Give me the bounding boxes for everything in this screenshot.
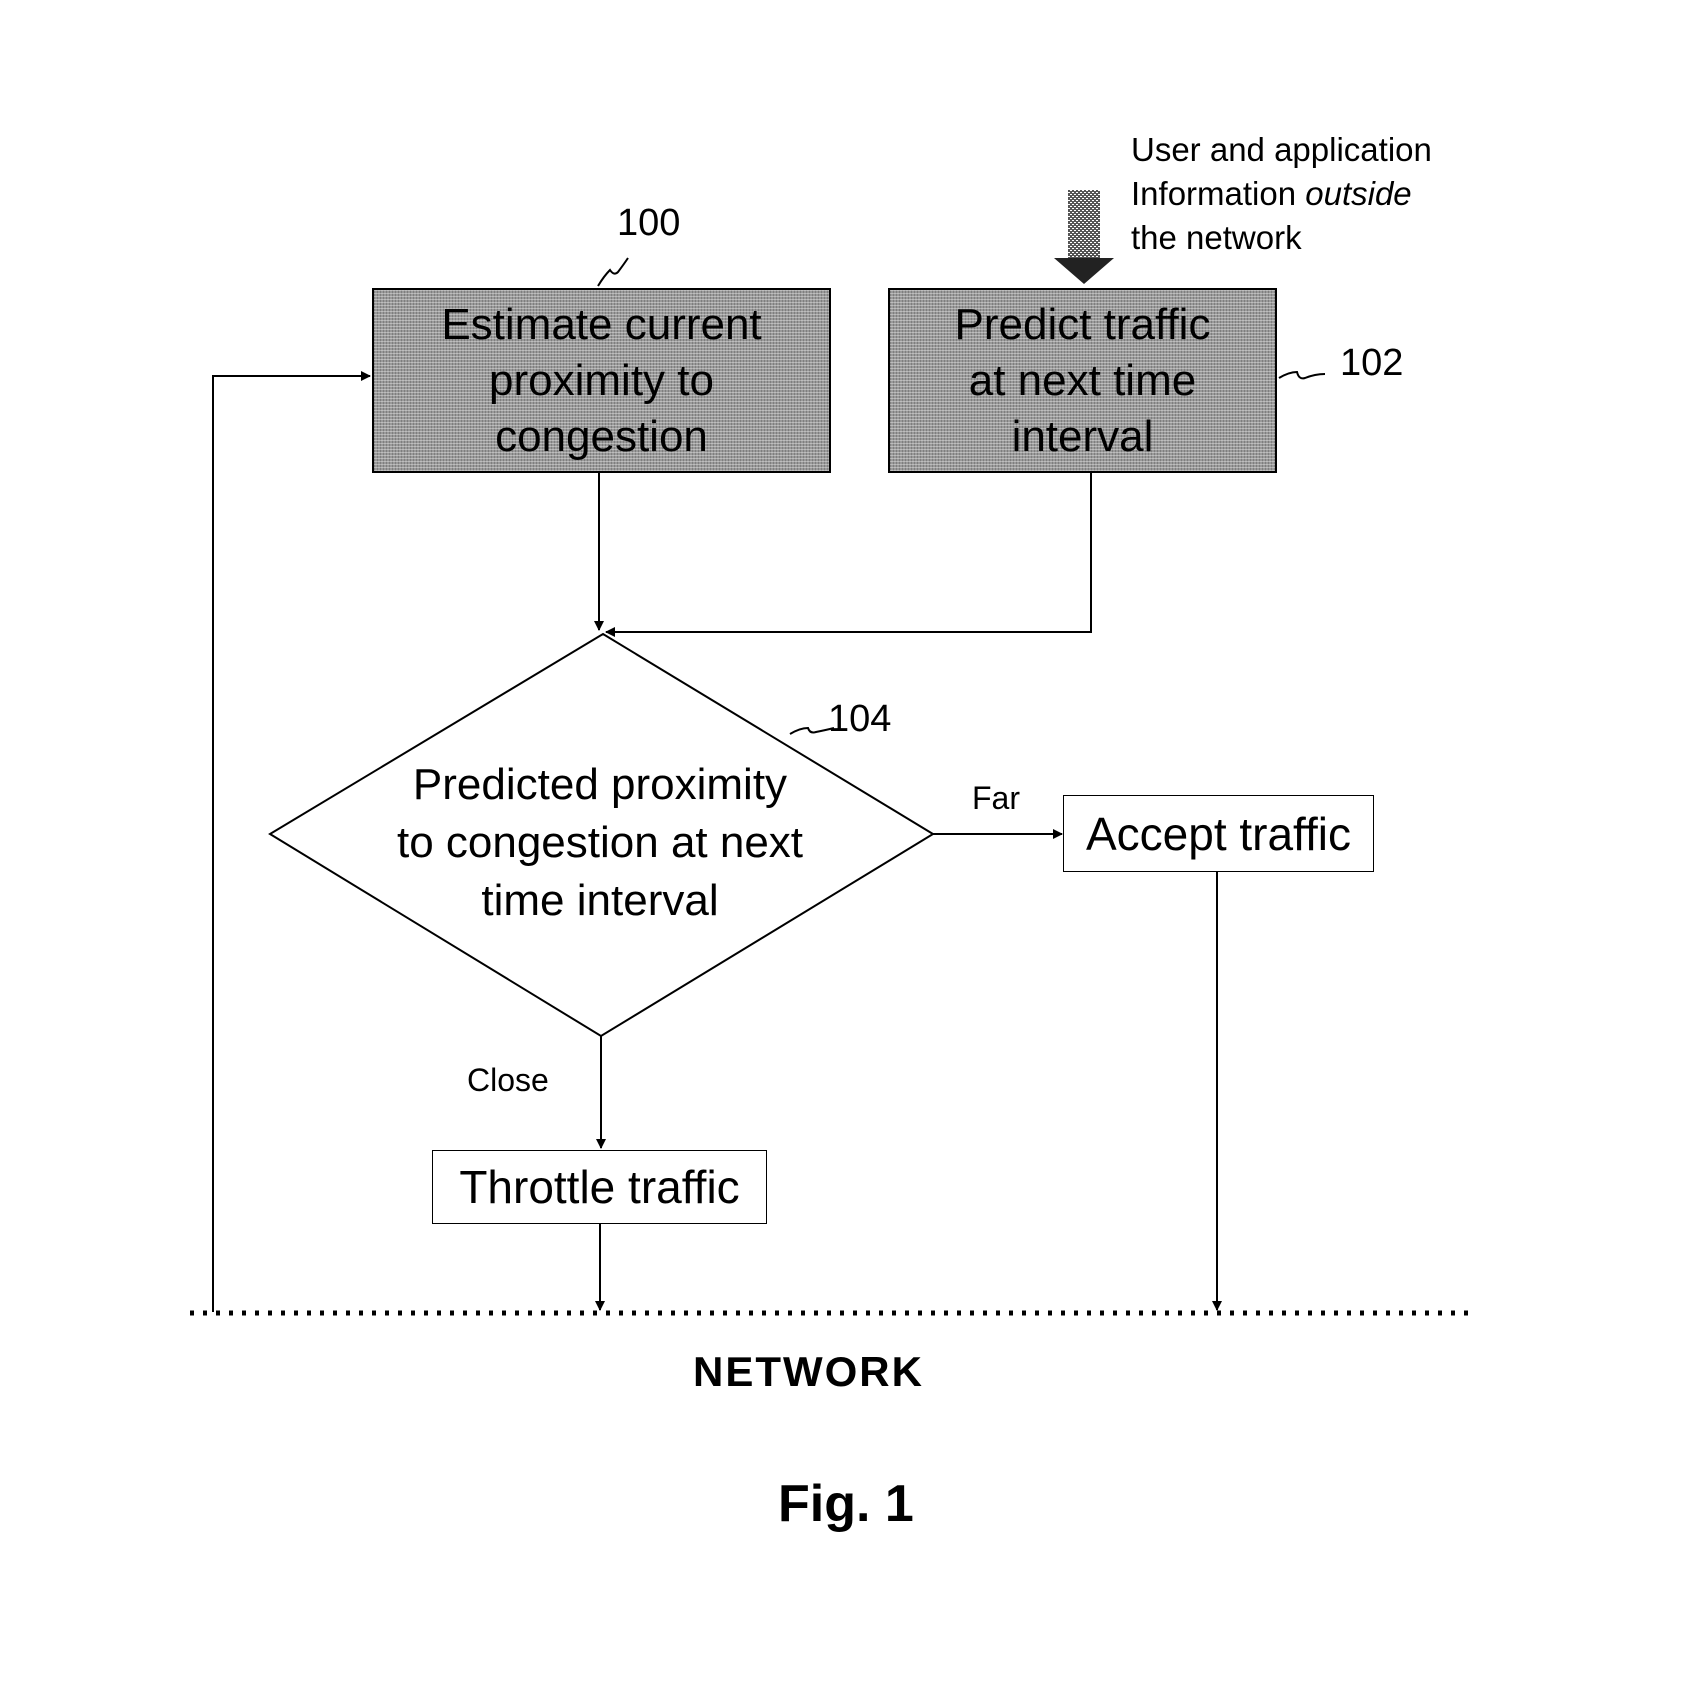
external-input-text: User and application Information outside…: [1131, 131, 1432, 256]
external-input-arrow-icon: [1054, 190, 1114, 284]
ref-leader-100: [597, 257, 629, 287]
figure-caption: Fig. 1: [778, 1475, 914, 1533]
ref-label-100: 100: [617, 202, 681, 244]
ref-leader-102: [1278, 370, 1326, 380]
accept-traffic-box: Accept traffic: [1063, 795, 1374, 872]
connector-predict-to-decision: [605, 473, 1092, 637]
close-condition-label: Close: [467, 1062, 549, 1098]
ref-label-104: 104: [828, 698, 892, 740]
throttle-traffic-text: Throttle traffic: [459, 1161, 740, 1213]
estimate-congestion-box: Estimate current proximity to congestion: [372, 288, 831, 473]
accept-traffic-text: Accept traffic: [1085, 807, 1352, 860]
throttle-traffic-box: Throttle traffic: [432, 1150, 767, 1224]
network-label: NETWORK: [693, 1348, 924, 1395]
ref-label-102: 102: [1340, 342, 1404, 384]
far-condition-label: Far: [972, 780, 1020, 816]
predict-traffic-box: Predict traffic at next time interval: [888, 288, 1277, 473]
decision-text: Predicted proximity to congestion at nex…: [396, 760, 804, 925]
estimate-congestion-text: Estimate current proximity to congestion: [441, 299, 762, 461]
predict-traffic-text: Predict traffic at next time interval: [954, 299, 1211, 461]
